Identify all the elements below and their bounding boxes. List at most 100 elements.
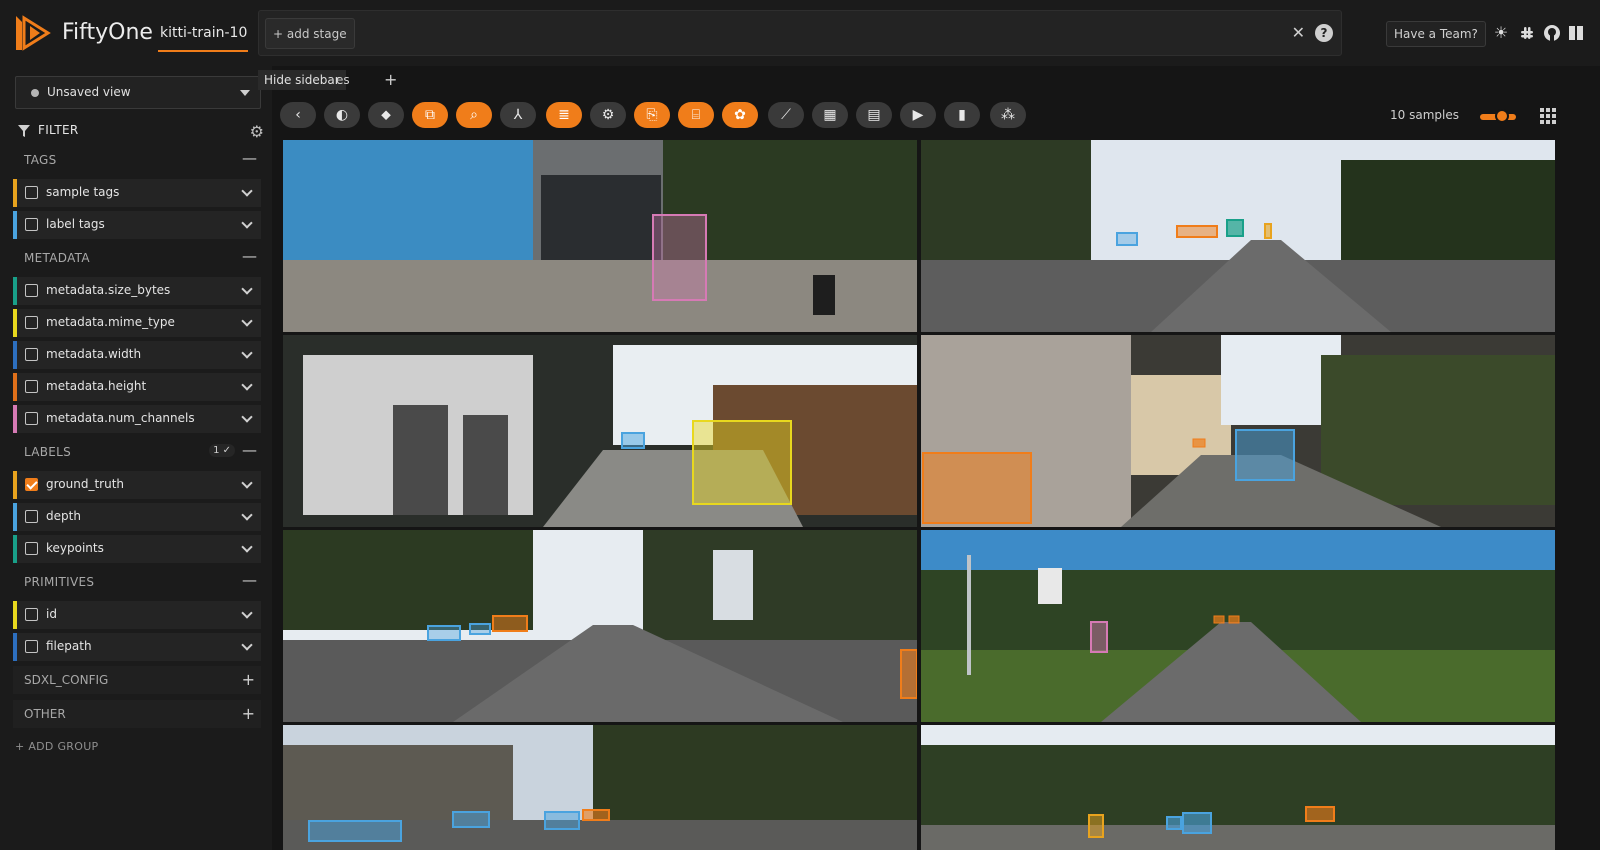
- field-checkbox[interactable]: [25, 542, 38, 555]
- back-button[interactable]: ‹: [280, 102, 316, 128]
- field-checkbox-checked[interactable]: [25, 478, 38, 491]
- sample-tile[interactable]: [283, 725, 917, 850]
- view-select-label: Unsaved view: [47, 85, 131, 99]
- group-sdxl-config[interactable]: SDXL_CONFIG +: [13, 666, 261, 694]
- tag-icon[interactable]: ⬥: [368, 102, 404, 128]
- field-label-tags[interactable]: label tags: [13, 211, 261, 239]
- embed-icon[interactable]: ⌸: [678, 102, 714, 128]
- view-bar[interactable]: + add stage ✕ ?: [258, 10, 1342, 56]
- field-checkbox[interactable]: [25, 348, 38, 361]
- chevron-down-icon[interactable]: [241, 411, 253, 423]
- chevron-down-icon[interactable]: [241, 379, 253, 391]
- sun-icon[interactable]: ☀: [1492, 24, 1510, 42]
- field-checkbox[interactable]: [25, 510, 38, 523]
- collapse-icon[interactable]: —: [242, 441, 257, 459]
- chevron-down-icon[interactable]: [241, 283, 253, 295]
- sample-tile[interactable]: [921, 530, 1555, 722]
- group-tags[interactable]: TAGS —: [13, 146, 261, 174]
- chevron-down-icon[interactable]: [241, 541, 253, 553]
- chevron-down-icon[interactable]: [241, 639, 253, 651]
- field-color-bar: [13, 633, 17, 661]
- field-filepath[interactable]: filepath: [13, 633, 261, 661]
- add-group-button[interactable]: + ADD GROUP: [15, 740, 99, 753]
- collapse-icon[interactable]: —: [242, 149, 257, 167]
- embeddings-icon[interactable]: ⁂: [990, 102, 1026, 128]
- field-size-bytes[interactable]: metadata.size_bytes: [13, 277, 261, 305]
- sample-tile[interactable]: [283, 140, 917, 332]
- sample-tile[interactable]: [921, 725, 1555, 850]
- field-label: sample tags: [46, 185, 120, 199]
- github-icon[interactable]: [1543, 24, 1561, 42]
- expand-icon[interactable]: +: [242, 670, 255, 689]
- fiftyone-logo-icon[interactable]: [12, 12, 52, 54]
- table-icon[interactable]: ▦: [812, 102, 848, 128]
- labels-count-badge: 1 ✓: [209, 444, 235, 457]
- group-metadata[interactable]: METADATA —: [13, 244, 261, 272]
- field-width[interactable]: metadata.width: [13, 341, 261, 369]
- field-checkbox[interactable]: [25, 380, 38, 393]
- video-icon[interactable]: ▶: [900, 102, 936, 128]
- group-primitives[interactable]: PRIMITIVES —: [13, 568, 261, 596]
- tab-samples[interactable]: es: [336, 70, 350, 90]
- chevron-down-icon[interactable]: [241, 315, 253, 327]
- field-depth[interactable]: depth: [13, 503, 261, 531]
- chevron-down-icon[interactable]: [241, 347, 253, 359]
- field-checkbox[interactable]: [25, 218, 38, 231]
- field-checkbox[interactable]: [25, 186, 38, 199]
- chevron-down-icon[interactable]: [241, 607, 253, 619]
- patches-icon[interactable]: ⧉: [412, 102, 448, 128]
- have-a-team-button[interactable]: Have a Team?: [1386, 21, 1486, 47]
- gear-icon[interactable]: ⚙: [250, 122, 264, 141]
- group-label: LABELS: [24, 445, 72, 459]
- layout-icon[interactable]: ▤: [856, 102, 892, 128]
- add-tab-button[interactable]: +: [384, 70, 397, 89]
- dataset-name[interactable]: kitti-train-10: [160, 25, 247, 41]
- field-checkbox[interactable]: [25, 412, 38, 425]
- chevron-down-icon[interactable]: [241, 509, 253, 521]
- field-keypoints[interactable]: keypoints: [13, 535, 261, 563]
- sample-tile[interactable]: [921, 335, 1555, 527]
- field-checkbox[interactable]: [25, 284, 38, 297]
- brain-icon[interactable]: ⎘: [634, 102, 670, 128]
- field-label: metadata.height: [46, 379, 147, 393]
- filter-header: FILTER ⚙: [18, 122, 264, 142]
- field-checkbox[interactable]: [25, 640, 38, 653]
- link-icon[interactable]: ⟋: [768, 102, 804, 128]
- field-mime-type[interactable]: metadata.mime_type: [13, 309, 261, 337]
- chevron-down-icon[interactable]: [241, 217, 253, 229]
- search-icon[interactable]: ⌕: [456, 102, 492, 128]
- merge-icon[interactable]: ⅄: [500, 102, 536, 128]
- field-height[interactable]: metadata.height: [13, 373, 261, 401]
- palette-icon[interactable]: ◐: [324, 102, 360, 128]
- group-other[interactable]: OTHER +: [13, 700, 261, 728]
- zoom-slider-handle[interactable]: [1495, 109, 1509, 123]
- filter-icon: [18, 125, 30, 137]
- list-icon[interactable]: ≣: [546, 102, 582, 128]
- sample-tile[interactable]: [283, 530, 917, 722]
- settings-icon[interactable]: ⚙: [590, 102, 626, 128]
- samples-count: 10 samples: [1390, 108, 1459, 122]
- saved-view-select[interactable]: Unsaved view: [15, 76, 261, 109]
- collapse-icon[interactable]: —: [242, 247, 257, 265]
- field-num-channels[interactable]: metadata.num_channels: [13, 405, 261, 433]
- help-icon[interactable]: ?: [1315, 24, 1333, 42]
- histogram-icon[interactable]: ▮: [944, 102, 980, 128]
- collapse-icon[interactable]: —: [242, 571, 257, 589]
- field-ground-truth[interactable]: ground_truth: [13, 471, 261, 499]
- sample-tile[interactable]: [283, 335, 917, 527]
- add-stage-button[interactable]: + add stage: [265, 18, 355, 49]
- expand-icon[interactable]: +: [242, 704, 255, 723]
- chevron-down-icon[interactable]: [241, 185, 253, 197]
- slack-icon[interactable]: [1518, 24, 1536, 42]
- openai-icon[interactable]: ✿: [722, 102, 758, 128]
- chevron-down-icon[interactable]: [241, 477, 253, 489]
- field-id[interactable]: id: [13, 601, 261, 629]
- sample-tile[interactable]: [921, 140, 1555, 332]
- field-sample-tags[interactable]: sample tags: [13, 179, 261, 207]
- book-icon[interactable]: [1567, 24, 1585, 42]
- grid-icon[interactable]: [1540, 108, 1556, 124]
- close-icon[interactable]: ✕: [1292, 23, 1305, 42]
- field-checkbox[interactable]: [25, 316, 38, 329]
- field-checkbox[interactable]: [25, 608, 38, 621]
- group-labels[interactable]: LABELS 1 ✓ —: [13, 438, 261, 466]
